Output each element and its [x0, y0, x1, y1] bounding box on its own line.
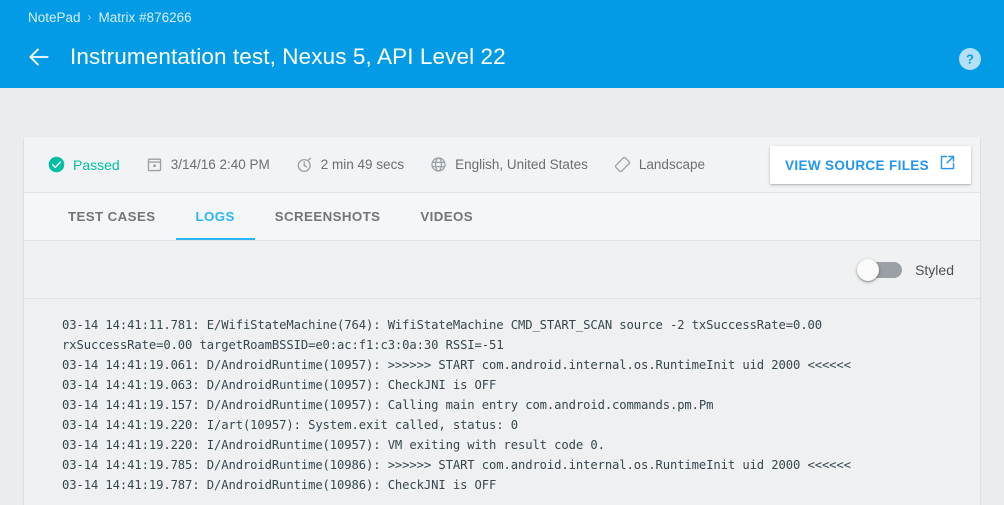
log-line: 03-14 14:41:19.220: I/AndroidRuntime(109…	[62, 435, 980, 455]
globe-icon	[430, 156, 447, 173]
breadcrumb: NotePad › Matrix #876266	[18, 0, 986, 34]
calendar-icon	[146, 156, 163, 173]
view-source-files-button[interactable]: VIEW SOURCE FILES	[770, 146, 971, 184]
status-badge: Passed	[48, 156, 120, 173]
styled-toggle-label: Styled	[915, 262, 954, 278]
chevron-right-icon: ›	[88, 11, 92, 23]
log-line: rxSuccessRate=0.00 targetRoamBSSID=e0:ac…	[62, 335, 980, 355]
status-label: Passed	[73, 157, 120, 173]
log-line: 03-14 14:41:19.787: D/AndroidRuntime(109…	[62, 475, 980, 495]
summary-duration: 2 min 49 secs	[296, 156, 404, 173]
tab-bar: TEST CASES LOGS SCREENSHOTS VIDEOS	[24, 193, 980, 241]
tab-screenshots[interactable]: SCREENSHOTS	[255, 193, 401, 240]
styled-toggle[interactable]	[857, 259, 903, 281]
title-row: Instrumentation test, Nexus 5, API Level…	[18, 34, 986, 80]
view-source-files-label: VIEW SOURCE FILES	[785, 158, 929, 173]
tab-screenshots-label: SCREENSHOTS	[275, 209, 381, 224]
log-line: 03-14 14:41:19.063: D/AndroidRuntime(109…	[62, 375, 980, 395]
summary-orientation-label: Landscape	[639, 157, 705, 172]
breadcrumb-root-link[interactable]: NotePad	[28, 10, 81, 25]
styled-toggle-knob	[857, 259, 879, 281]
open-in-new-icon	[939, 154, 956, 176]
screen-rotation-icon	[614, 156, 631, 173]
summary-duration-label: 2 min 49 secs	[321, 157, 404, 172]
log-output-panel[interactable]: 03-14 14:41:11.781: E/WifiStateMachine(7…	[24, 299, 980, 505]
log-toolbar: Styled	[24, 241, 980, 299]
summary-locale: English, United States	[430, 156, 588, 173]
help-circle-icon[interactable]: ?	[958, 47, 982, 71]
tab-test-cases[interactable]: TEST CASES	[48, 193, 176, 240]
page-title: Instrumentation test, Nexus 5, API Level…	[70, 44, 506, 70]
log-line: 03-14 14:41:19.061: D/AndroidRuntime(109…	[62, 355, 980, 375]
check-circle-icon	[48, 156, 65, 173]
log-line: 03-14 14:41:19.220: I/art(10957): System…	[62, 415, 980, 435]
svg-text:?: ?	[966, 52, 974, 67]
breadcrumb-current-link[interactable]: Matrix #876266	[99, 10, 192, 25]
log-line: 03-14 14:41:11.781: E/WifiStateMachine(7…	[62, 315, 980, 335]
log-line: 03-14 14:41:19.785: D/AndroidRuntime(109…	[62, 455, 980, 475]
summary-timestamp: 3/14/16 2:40 PM	[146, 156, 270, 173]
app-header: NotePad › Matrix #876266 Instrumentation…	[0, 0, 1004, 88]
summary-locale-label: English, United States	[455, 157, 588, 172]
test-result-card: Passed 3/14/16 2:40 PM 2	[24, 137, 980, 505]
test-summary-bar: Passed 3/14/16 2:40 PM 2	[24, 137, 980, 193]
summary-orientation: Landscape	[614, 156, 705, 173]
tab-test-cases-label: TEST CASES	[68, 209, 156, 224]
arrow-back-icon[interactable]	[26, 44, 52, 70]
summary-timestamp-label: 3/14/16 2:40 PM	[171, 157, 270, 172]
tab-logs[interactable]: LOGS	[176, 193, 255, 240]
tab-videos[interactable]: VIDEOS	[400, 193, 493, 240]
log-line: 03-14 14:41:19.157: D/AndroidRuntime(109…	[62, 395, 980, 415]
tab-logs-label: LOGS	[196, 209, 235, 224]
stopwatch-icon	[296, 156, 313, 173]
tab-videos-label: VIDEOS	[420, 209, 473, 224]
